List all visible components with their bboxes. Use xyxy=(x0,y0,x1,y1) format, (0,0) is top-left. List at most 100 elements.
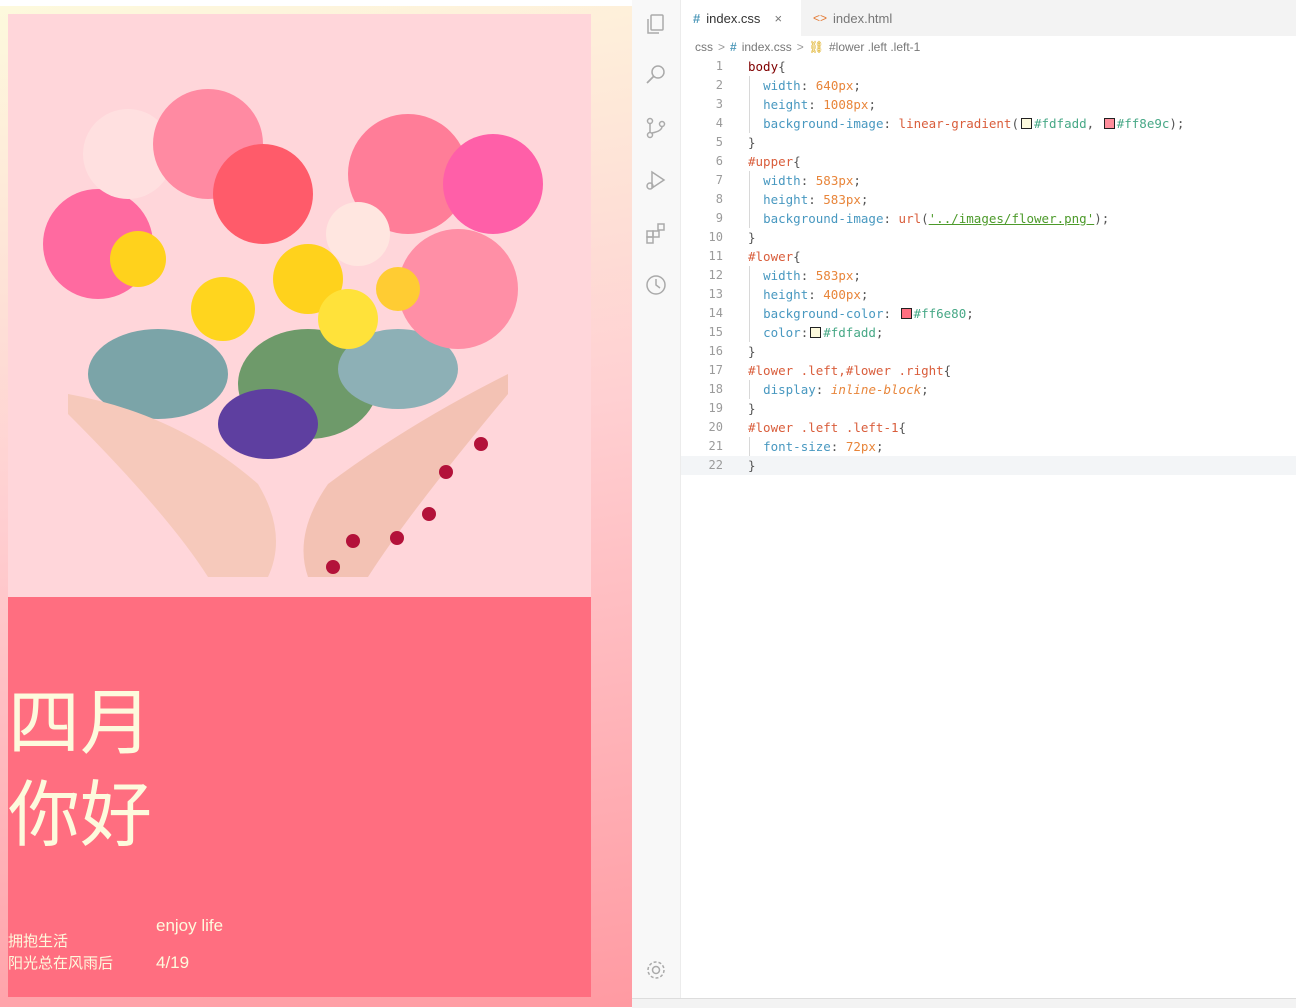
line-number: 22 xyxy=(708,458,723,472)
code-line[interactable]: 15 color: #fdfadd; xyxy=(681,323,1296,342)
code-token: width xyxy=(763,268,801,283)
code-line[interactable]: 12 width: 583px; xyxy=(681,266,1296,285)
code-line[interactable]: 22} xyxy=(681,456,1296,475)
code-token: #upper xyxy=(748,154,794,169)
source-control-icon[interactable] xyxy=(644,116,668,140)
code-token: height xyxy=(763,287,809,302)
line-number: 20 xyxy=(708,420,723,434)
color-swatch[interactable] xyxy=(1103,118,1115,129)
code-token: #lower .left,#lower .right xyxy=(748,363,944,378)
code-token: #lower xyxy=(748,249,794,264)
code-line[interactable]: 19} xyxy=(681,399,1296,418)
line-number: 3 xyxy=(715,97,723,111)
code-line[interactable]: 9 background-image: url('../images/flowe… xyxy=(681,209,1296,228)
code-area[interactable]: 1 body{2 width: 640px; 3 height: 1008px; 4 … xyxy=(681,57,1296,475)
code-text: } xyxy=(748,399,756,418)
css-hash-icon: # xyxy=(693,11,701,26)
code-token: } xyxy=(748,458,756,473)
code-token: 583px xyxy=(815,268,854,283)
close-icon[interactable]: × xyxy=(774,11,782,26)
line-number: 12 xyxy=(708,268,723,282)
code-text: } xyxy=(748,342,756,361)
code-token: ; xyxy=(875,325,884,340)
line-number: 8 xyxy=(715,192,723,206)
code-text: display: inline-block; xyxy=(748,380,929,399)
code-line[interactable]: 7 width: 583px; xyxy=(681,171,1296,190)
code-token: background-image xyxy=(763,116,884,131)
code-line[interactable]: 11 #lower{ xyxy=(681,247,1296,266)
code-token: display xyxy=(763,382,816,397)
code-token: 72px xyxy=(845,439,876,454)
breadcrumb-separator: > xyxy=(796,40,804,54)
code-token: } xyxy=(748,135,756,150)
search-icon[interactable] xyxy=(644,63,668,87)
files-icon[interactable] xyxy=(644,12,668,36)
code-line[interactable]: 16} xyxy=(681,342,1296,361)
line-number: 7 xyxy=(715,173,723,187)
timeline-icon[interactable] xyxy=(644,273,668,297)
code-token: background-image xyxy=(763,211,884,226)
code-line[interactable]: 10} xyxy=(681,228,1296,247)
line-number: 18 xyxy=(708,382,723,396)
code-token: ); xyxy=(1094,211,1110,226)
run-debug-icon[interactable] xyxy=(644,168,668,192)
tab-index-html[interactable]: <> index.html xyxy=(801,0,919,36)
code-token: } xyxy=(748,344,756,359)
left-line-1: 拥抱生活 xyxy=(8,933,69,950)
code-token: #ff8e9c xyxy=(1116,116,1170,131)
code-line[interactable]: 20 #lower .left .left-1{ xyxy=(681,418,1296,437)
line-number: 17 xyxy=(708,363,723,377)
code-text: } xyxy=(748,133,756,152)
code-token: : xyxy=(800,325,809,340)
code-token: font-size xyxy=(763,439,831,454)
extensions-icon[interactable] xyxy=(644,221,668,245)
code-token: 583px xyxy=(815,173,854,188)
code-token: ); xyxy=(1169,116,1185,131)
line-number: 9 xyxy=(715,211,723,225)
editor-tabs: # index.css × <> index.html xyxy=(681,0,1296,36)
code-line[interactable]: 17 #lower .left,#lower .right{ xyxy=(681,361,1296,380)
code-line[interactable]: 5} xyxy=(681,133,1296,152)
code-token: ; xyxy=(966,306,974,321)
settings-gear-icon[interactable] xyxy=(644,958,668,982)
code-line[interactable]: 13 height: 400px; xyxy=(681,285,1296,304)
line-number: 6 xyxy=(715,154,723,168)
code-token: ; xyxy=(860,287,869,302)
code-text: #lower .left .left-1{ xyxy=(748,418,906,437)
code-line[interactable]: 18 display: inline-block; xyxy=(681,380,1296,399)
code-token: : xyxy=(800,268,816,283)
code-line[interactable]: 6 #upper{ xyxy=(681,152,1296,171)
code-token: ; xyxy=(853,173,861,188)
breadcrumb-folder[interactable]: css xyxy=(695,40,713,54)
code-token: url xyxy=(898,211,922,226)
code-line[interactable]: 3 height: 1008px; xyxy=(681,95,1296,114)
line-number: 16 xyxy=(708,344,723,358)
code-text: #upper{ xyxy=(748,152,801,171)
tab-label: index.css xyxy=(706,11,761,26)
color-swatch[interactable] xyxy=(810,327,822,338)
code-text: } xyxy=(748,456,756,475)
code-token: { xyxy=(778,59,786,74)
code-line[interactable]: 8 height: 583px; xyxy=(681,190,1296,209)
color-swatch[interactable] xyxy=(900,308,912,319)
breadcrumb-file[interactable]: index.css xyxy=(742,40,792,54)
css-hash-icon: # xyxy=(730,40,737,54)
code-token: : xyxy=(883,306,899,321)
code-line[interactable]: 2 width: 640px; xyxy=(681,76,1296,95)
code-token: : xyxy=(808,192,824,207)
code-line[interactable]: 4 background-image: linear-gradient(#fdf… xyxy=(681,114,1296,133)
code-token: 640px xyxy=(815,78,854,93)
code-line[interactable]: 1 body{ xyxy=(681,57,1296,76)
color-swatch[interactable] xyxy=(1020,118,1032,129)
upper-flower-image xyxy=(8,14,591,597)
code-token: : xyxy=(815,382,831,397)
left-1-heading: 四月 你好 xyxy=(8,677,152,861)
code-token: 1008px xyxy=(823,97,869,112)
code-line[interactable]: 21 font-size: 72px; xyxy=(681,437,1296,456)
code-line[interactable]: 14 background-color: #ff6e80; xyxy=(681,304,1296,323)
code-token: } xyxy=(748,401,756,416)
code-token: { xyxy=(793,249,801,264)
breadcrumb-symbol[interactable]: #lower .left .left-1 xyxy=(829,40,920,54)
code-token: ; xyxy=(860,192,869,207)
tab-index-css[interactable]: # index.css × xyxy=(681,0,801,36)
